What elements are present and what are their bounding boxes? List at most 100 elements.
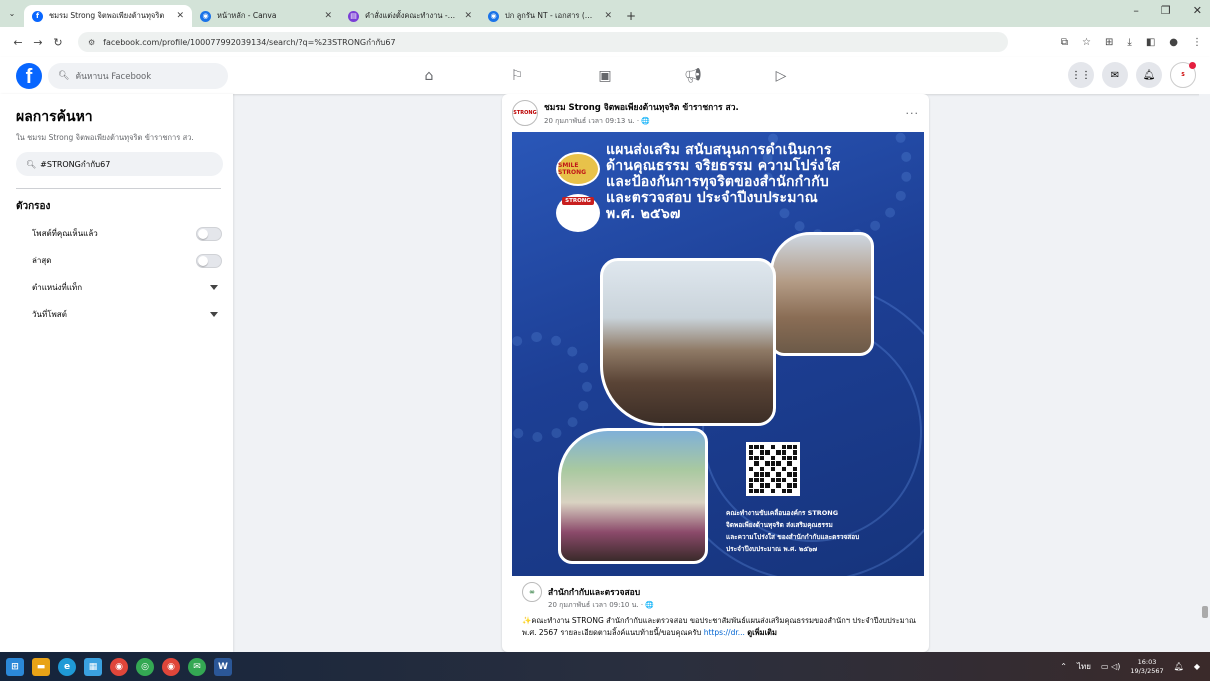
scrollbar-thumb[interactable] xyxy=(1202,606,1208,618)
clock[interactable]: 16:03 19/3/2567 xyxy=(1130,658,1163,676)
group-search-input[interactable]: 🔍︎ #STRONGกำกับ67 xyxy=(16,152,223,176)
tab-search-icon[interactable]: ⌄ xyxy=(0,0,24,27)
tab-close-icon[interactable]: ✕ xyxy=(604,11,612,21)
flag-icon[interactable]: ⚐ xyxy=(473,57,561,94)
post-header: STRONG ชมรม Strong จิตพอเพียงต้านทุจริต … xyxy=(502,94,929,132)
profile-avatar[interactable]: S xyxy=(1170,62,1196,88)
browser-toolbar: ⧉ ☆ ⊞ ⤓ ◧ ● ⋮ xyxy=(1061,37,1202,48)
tab-label: ปก ลูกรัน NT - เอกสาร (A4) xyxy=(505,11,597,20)
post-link[interactable]: https://dr... xyxy=(704,628,745,637)
poster-title-line: แผนส่งเสริม สนับสนุนการดำเนินการ xyxy=(606,142,832,158)
page-scrollbar[interactable] xyxy=(1199,94,1210,652)
tab-canva[interactable]: ◉ หน้าหลัก - Canva ✕ xyxy=(192,5,340,27)
header-actions: ⋮⋮ ✉ 🔔︎ S xyxy=(1068,62,1196,88)
recent-toggle[interactable] xyxy=(196,253,222,268)
minimize-icon[interactable]: – xyxy=(1133,4,1139,17)
page-avatar[interactable]: STRONG xyxy=(512,100,538,126)
notifications-bell-icon[interactable]: 🔔︎ xyxy=(1136,62,1162,88)
extensions-icon[interactable]: ⊞ xyxy=(1105,37,1113,48)
messenger-icon[interactable]: ✉ xyxy=(1102,62,1128,88)
facebook-favicon-icon: f xyxy=(32,10,43,22)
url-input[interactable]: ⚙ facebook.com/profile/100077992039134/s… xyxy=(78,32,1008,52)
tab-close-icon[interactable]: ✕ xyxy=(464,11,472,21)
chrome-profile-icon[interactable]: ◉ xyxy=(162,657,180,676)
photo-meeting-room xyxy=(600,258,776,426)
back-arrow-icon[interactable]: ← xyxy=(8,36,28,49)
edge-browser-icon[interactable]: e xyxy=(58,657,76,676)
more-options-icon[interactable]: ··· xyxy=(906,107,920,120)
chevron-up-icon[interactable]: ⌃ xyxy=(1060,662,1067,671)
facebook-search-input[interactable]: 🔍︎ ค้นหาบน Facebook xyxy=(48,62,228,89)
menu-grid-icon[interactable]: ⋮⋮ xyxy=(1068,62,1094,88)
facebook-logo-icon[interactable]: f xyxy=(16,62,42,89)
shared-post-timestamp[interactable]: 20 กุมภาพันธ์ เวลา 09:10 น. · 🌐 xyxy=(548,600,924,611)
menu-kebab-icon[interactable]: ⋮ xyxy=(1192,37,1202,48)
post-body: ✨คณะทำงาน STRONG สำนักกำกับและตรวจสอบ ขอ… xyxy=(522,615,922,639)
tab-docs[interactable]: ▤ คำสั่งแต่งตั้งคณะทำงาน - ไม่มีชื่อ ✕ xyxy=(340,5,480,27)
search-value: #STRONGกำกับ67 xyxy=(40,159,111,169)
megaphone-icon[interactable]: 📢︎ xyxy=(649,57,737,94)
tab-close-icon[interactable]: ✕ xyxy=(176,11,184,21)
clock-time: 16:03 xyxy=(1137,657,1157,666)
poster-title-line: และป้องกันการทุจริตของสำนักกำกับ xyxy=(606,174,829,190)
video-icon[interactable]: ▷ xyxy=(737,57,825,94)
seen-posts-toggle[interactable] xyxy=(196,226,222,241)
site-settings-icon[interactable]: ⚙ xyxy=(88,38,95,47)
filter-label: โพสต์ที่คุณเห็นแล้ว xyxy=(32,229,98,238)
filter-tagged-location[interactable]: ตำแหน่งที่แท็ก xyxy=(32,274,222,301)
photo-two-women xyxy=(770,232,874,356)
filter-label: วันที่โพสต์ xyxy=(32,310,67,319)
filter-recent[interactable]: ล่าสุด xyxy=(32,247,222,274)
decor-gear xyxy=(512,332,592,442)
strong-logo: STRONG xyxy=(556,194,600,232)
shared-page-avatar[interactable]: ∞ xyxy=(522,582,542,602)
restore-icon[interactable]: ❐ xyxy=(1161,4,1171,17)
shared-post: ∞ สำนักกำกับและตรวจสอบ 20 กุมภาพันธ์ เวล… xyxy=(512,576,924,639)
network-volume-icon[interactable]: ▭ ◁) xyxy=(1101,662,1120,671)
line-icon[interactable]: ✉ xyxy=(188,657,206,676)
search-scope-text: ใน ชมรม Strong จิตพอเพียงต้านทุจริต ข้าร… xyxy=(16,133,194,142)
bookmark-star-icon[interactable]: ☆ xyxy=(1082,37,1091,48)
translate-icon[interactable]: ⧉ xyxy=(1061,37,1068,48)
file-explorer-icon[interactable]: ▬ xyxy=(32,657,50,676)
download-icon[interactable]: ⤓ xyxy=(1127,37,1131,48)
chevron-down-icon[interactable] xyxy=(210,312,218,317)
filter-label: ล่าสุด xyxy=(32,256,52,265)
close-window-icon[interactable]: ✕ xyxy=(1193,4,1202,17)
word-icon[interactable]: W xyxy=(214,657,232,676)
notification-bell-icon[interactable]: 🔔︎ xyxy=(1174,662,1184,671)
address-bar: ← → ↻ ⚙ facebook.com/profile/10007799203… xyxy=(0,27,1210,57)
document-favicon-icon: ▤ xyxy=(348,10,359,22)
post-image[interactable]: SMILE STRONG STRONG แผนส่งเสริม สนับสนุน… xyxy=(512,132,924,576)
language-indicator[interactable]: ไทย xyxy=(1077,660,1091,673)
filter-seen-posts[interactable]: โพสต์ที่คุณเห็นแล้ว xyxy=(32,220,222,247)
tab-close-icon[interactable]: ✕ xyxy=(324,11,332,21)
sidepanel-icon[interactable]: ◧ xyxy=(1146,37,1155,48)
page-name-link[interactable]: ชมรม Strong จิตพอเพียงต้านทุจริต ข้าราชก… xyxy=(544,100,906,114)
windows-start-icon[interactable]: ⊞ xyxy=(6,657,24,676)
profile-icon[interactable]: ● xyxy=(1169,37,1178,48)
logo-text: SMILE STRONG xyxy=(558,162,587,176)
filter-label: ตำแหน่งที่แท็ก xyxy=(32,283,83,292)
new-tab-button[interactable]: + xyxy=(626,5,636,27)
see-more-link[interactable]: ดูเพิ่มเติม xyxy=(747,628,777,637)
marketplace-icon[interactable]: ▣ xyxy=(561,57,649,94)
post-timestamp[interactable]: 20 กุมภาพันธ์ เวลา 09:13 น. · 🌐 xyxy=(544,116,906,127)
filter-date-posted[interactable]: วันที่โพสต์ xyxy=(32,301,222,328)
forward-arrow-icon[interactable]: → xyxy=(28,36,48,49)
tab-cover[interactable]: ◉ ปก ลูกรัน NT - เอกสาร (A4) ✕ xyxy=(480,5,620,27)
tab-facebook[interactable]: f ชมรม Strong จิตพอเพียงต้านทุจริต ✕ xyxy=(24,5,192,27)
tab-label: ชมรม Strong จิตพอเพียงต้านทุจริต xyxy=(49,11,165,20)
chrome-icon[interactable]: ◉ xyxy=(110,657,128,676)
chevron-down-icon[interactable] xyxy=(210,285,218,290)
search-placeholder: ค้นหาบน Facebook xyxy=(75,71,152,82)
copilot-icon[interactable]: ◆ xyxy=(1194,662,1200,671)
shared-page-name-link[interactable]: สำนักกำกับและตรวจสอบ xyxy=(548,585,640,599)
reload-icon[interactable]: ↻ xyxy=(48,36,68,49)
window-controls: – ❐ ✕ xyxy=(1133,4,1202,17)
home-icon[interactable]: ⌂ xyxy=(385,57,473,94)
browser-tab-strip: ⌄ f ชมรม Strong จิตพอเพียงต้านทุจริต ✕ ◉… xyxy=(0,0,1210,27)
search-icon: 🔍︎ xyxy=(58,70,70,81)
app-icon[interactable]: ◎ xyxy=(136,657,154,676)
store-icon[interactable]: ▦ xyxy=(84,657,102,676)
